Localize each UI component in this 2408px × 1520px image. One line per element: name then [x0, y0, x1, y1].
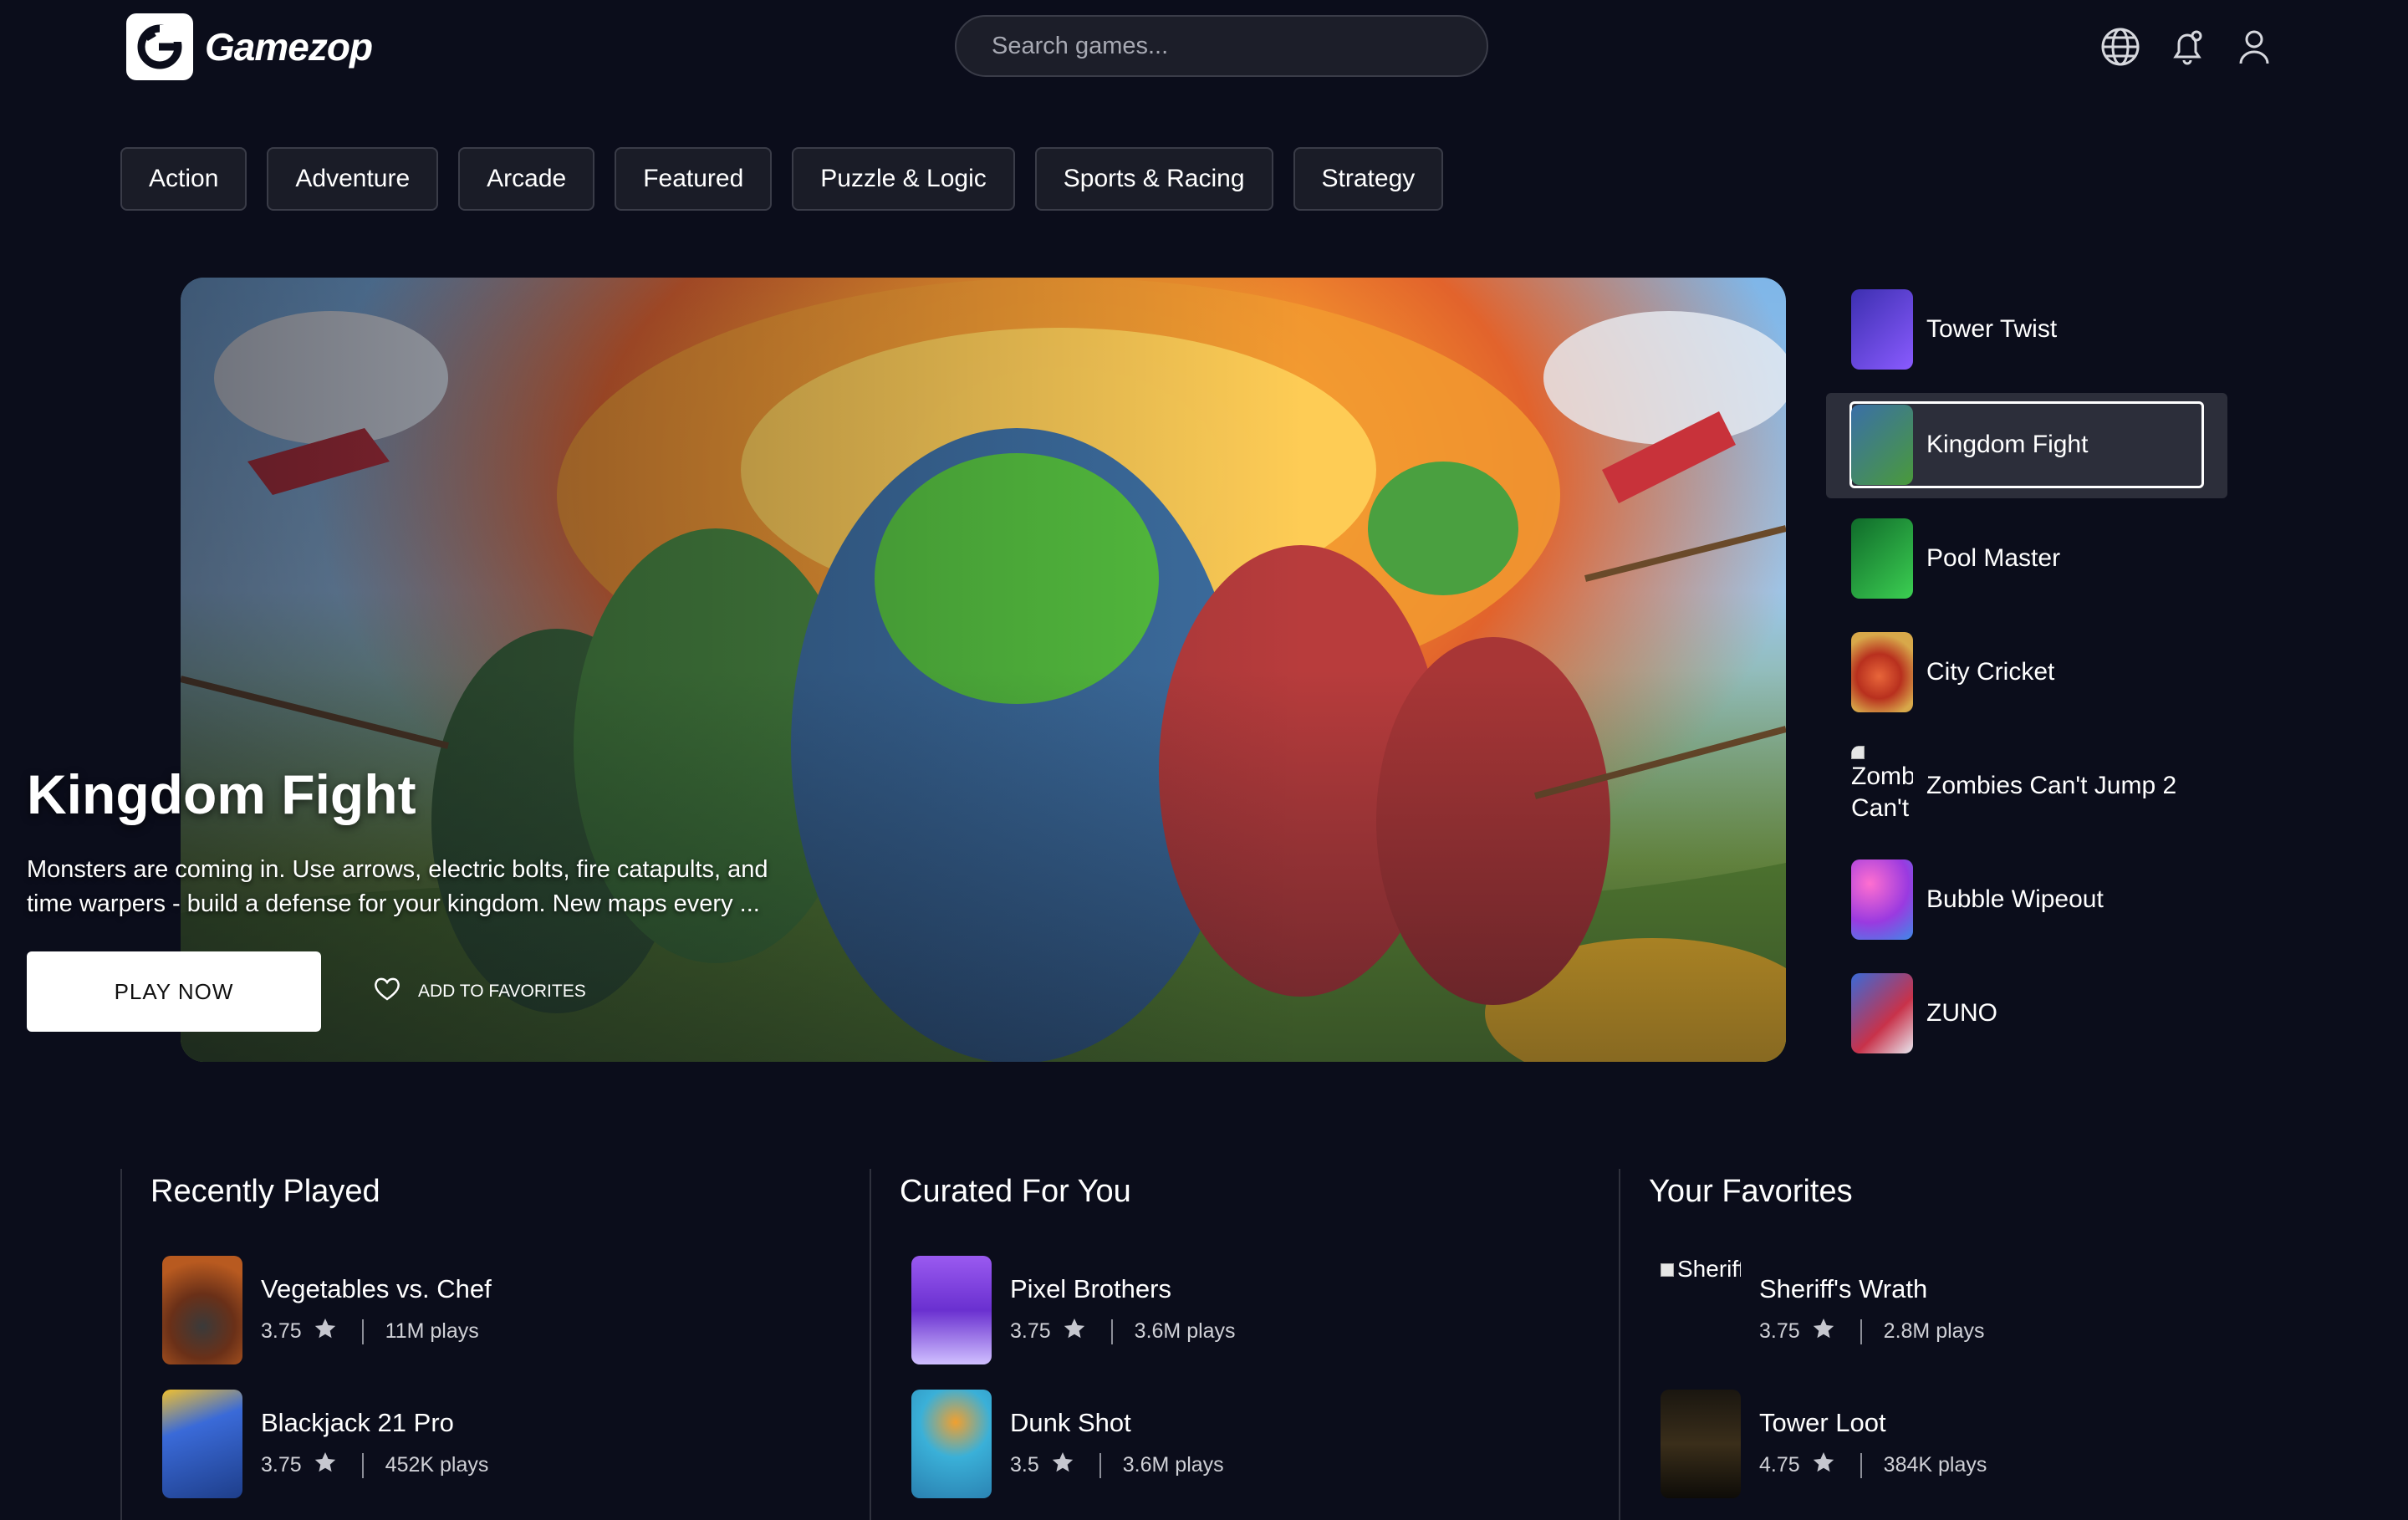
play-now-button[interactable]: PLAY NOW — [27, 951, 321, 1032]
featured-item-zuno[interactable]: ZUNO — [1851, 973, 2211, 1053]
game-meta: 4.75 384K plays — [1759, 1451, 1987, 1479]
category-arcade[interactable]: Arcade — [458, 147, 595, 211]
brand-name: Gamezop — [205, 25, 373, 69]
game-thumbnail — [1851, 518, 1913, 599]
star-icon — [314, 1451, 337, 1479]
game-plays: 11M plays — [385, 1319, 479, 1343]
user-icon[interactable] — [2231, 23, 2278, 70]
game-meta: 3.5 3.6M plays — [1010, 1451, 1224, 1479]
star-icon — [314, 1318, 337, 1345]
search-bar[interactable] — [955, 15, 1488, 77]
game-plays: 452K plays — [385, 1453, 489, 1477]
search-input[interactable] — [990, 31, 1487, 61]
section-title: Your Favorites — [1649, 1174, 1853, 1209]
game-meta: 3.75 2.8M plays — [1759, 1318, 1985, 1345]
category-tabs: Action Adventure Arcade Featured Puzzle … — [120, 147, 1444, 211]
game-thumbnail — [1851, 632, 1913, 712]
game-name: Vegetables vs. Chef — [261, 1274, 492, 1303]
featured-item-city-cricket[interactable]: City Cricket — [1851, 632, 2211, 712]
section-title: Curated For You — [900, 1174, 1131, 1209]
thumbnail-alt-text: Zombies Can't Jump 2 — [1851, 763, 1913, 822]
category-featured[interactable]: Featured — [615, 147, 773, 211]
featured-item-label: City Cricket — [1926, 658, 2055, 686]
add-to-favorites-label: ADD TO FAVORITES — [418, 982, 586, 1001]
game-plays: 384K plays — [1883, 1453, 1987, 1477]
game-name: Pixel Brothers — [1010, 1274, 1171, 1303]
category-adventure[interactable]: Adventure — [267, 147, 439, 211]
section-recently-played: Recently Played Vegetables vs. Chef 3.75… — [120, 1169, 866, 1520]
game-thumbnail — [1851, 289, 1913, 370]
category-action[interactable]: Action — [120, 147, 247, 211]
featured-item-label: ZUNO — [1926, 999, 1997, 1027]
game-rating: 4.75 — [1759, 1453, 1800, 1477]
category-puzzle-logic[interactable]: Puzzle & Logic — [792, 147, 1015, 211]
globe-icon[interactable] — [2097, 23, 2144, 70]
broken-image-thumbnail: Zombies Can't Jump 2 — [1851, 746, 1913, 826]
game-meta: 3.75 452K plays — [261, 1451, 488, 1479]
game-thumbnail — [911, 1390, 992, 1498]
game-thumbnail — [1851, 973, 1913, 1053]
game-rating: 3.75 — [261, 1319, 302, 1343]
game-row[interactable]: Vegetables vs. Chef 3.75 11M plays — [162, 1256, 831, 1364]
game-thumbnail — [911, 1256, 992, 1364]
hero-description: Monsters are coming in. Use arrows, elec… — [27, 856, 768, 917]
star-icon — [1063, 1318, 1086, 1345]
game-thumbnail — [1851, 405, 1913, 485]
game-rating: 3.75 — [1010, 1319, 1051, 1343]
heart-icon — [373, 977, 401, 1007]
game-name: Tower Loot — [1759, 1408, 1886, 1437]
featured-item-kingdom-fight[interactable]: Kingdom Fight — [1851, 405, 2211, 485]
featured-item-label: Bubble Wipeout — [1926, 885, 2104, 913]
game-plays: 3.6M plays — [1134, 1319, 1236, 1343]
section-your-favorites: Your Favorites Sheriff's Wrath Sheriff's… — [1619, 1169, 2365, 1520]
game-thumbnail — [162, 1390, 242, 1498]
game-row[interactable]: Dunk Shot 3.5 3.6M plays — [911, 1390, 1580, 1498]
game-rating: 3.5 — [1010, 1453, 1039, 1477]
hero-title: Kingdom Fight — [27, 763, 416, 825]
game-name: Sheriff's Wrath — [1759, 1274, 1928, 1303]
game-row[interactable]: Pixel Brothers 3.75 3.6M plays — [911, 1256, 1580, 1364]
category-strategy[interactable]: Strategy — [1293, 147, 1444, 211]
notification-bell-icon[interactable] — [2164, 23, 2211, 70]
category-sports-racing[interactable]: Sports & Racing — [1034, 147, 1273, 211]
featured-item-label: Kingdom Fight — [1926, 431, 2089, 458]
game-rating: 3.75 — [1759, 1319, 1800, 1343]
game-row[interactable]: Sheriff's Wrath Sheriff's Wrath 3.75 2.8… — [1661, 1256, 2329, 1364]
section-curated-for-you: Curated For You Pixel Brothers 3.75 3.6M… — [870, 1169, 1615, 1520]
featured-item-label: Zombies Can't Jump 2 — [1926, 772, 2177, 799]
game-thumbnail — [162, 1256, 242, 1364]
game-row[interactable]: Blackjack 21 Pro 3.75 452K plays — [162, 1390, 831, 1498]
game-thumbnail — [1661, 1390, 1741, 1498]
game-meta: 3.75 11M plays — [261, 1318, 479, 1345]
hero-banner[interactable] — [181, 278, 1786, 1062]
featured-item-tower-twist[interactable]: Tower Twist — [1851, 289, 2211, 370]
star-icon — [1812, 1451, 1835, 1479]
broken-image-thumbnail: Sheriff's Wrath — [1661, 1256, 1741, 1364]
game-name: Blackjack 21 Pro — [261, 1408, 454, 1437]
game-rating: 3.75 — [261, 1453, 302, 1477]
game-name: Dunk Shot — [1010, 1408, 1131, 1437]
game-meta: 3.75 3.6M plays — [1010, 1318, 1236, 1345]
section-title: Recently Played — [150, 1174, 380, 1209]
game-plays: 3.6M plays — [1122, 1453, 1224, 1477]
thumbnail-alt-text: Sheriff's Wrath — [1677, 1256, 1741, 1282]
featured-item-label: Pool Master — [1926, 544, 2061, 572]
featured-item-label: Tower Twist — [1926, 315, 2058, 343]
featured-item-bubble-wipeout[interactable]: Bubble Wipeout — [1851, 859, 2211, 940]
game-thumbnail — [1851, 859, 1913, 940]
star-icon — [1051, 1451, 1074, 1479]
game-plays: 2.8M plays — [1883, 1319, 1985, 1343]
brand-logo[interactable]: Gamezop — [126, 13, 373, 80]
add-to-favorites-button[interactable]: ADD TO FAVORITES — [373, 973, 586, 1010]
featured-item-pool-master[interactable]: Pool Master — [1851, 518, 2211, 599]
star-icon — [1812, 1318, 1835, 1345]
game-row[interactable]: Tower Loot 4.75 384K plays — [1661, 1390, 2329, 1498]
featured-item-zombies-cant-jump-2[interactable]: Zombies Can't Jump 2 Zombies Can't Jump … — [1851, 746, 2211, 826]
gamezop-logo-icon — [126, 13, 193, 80]
